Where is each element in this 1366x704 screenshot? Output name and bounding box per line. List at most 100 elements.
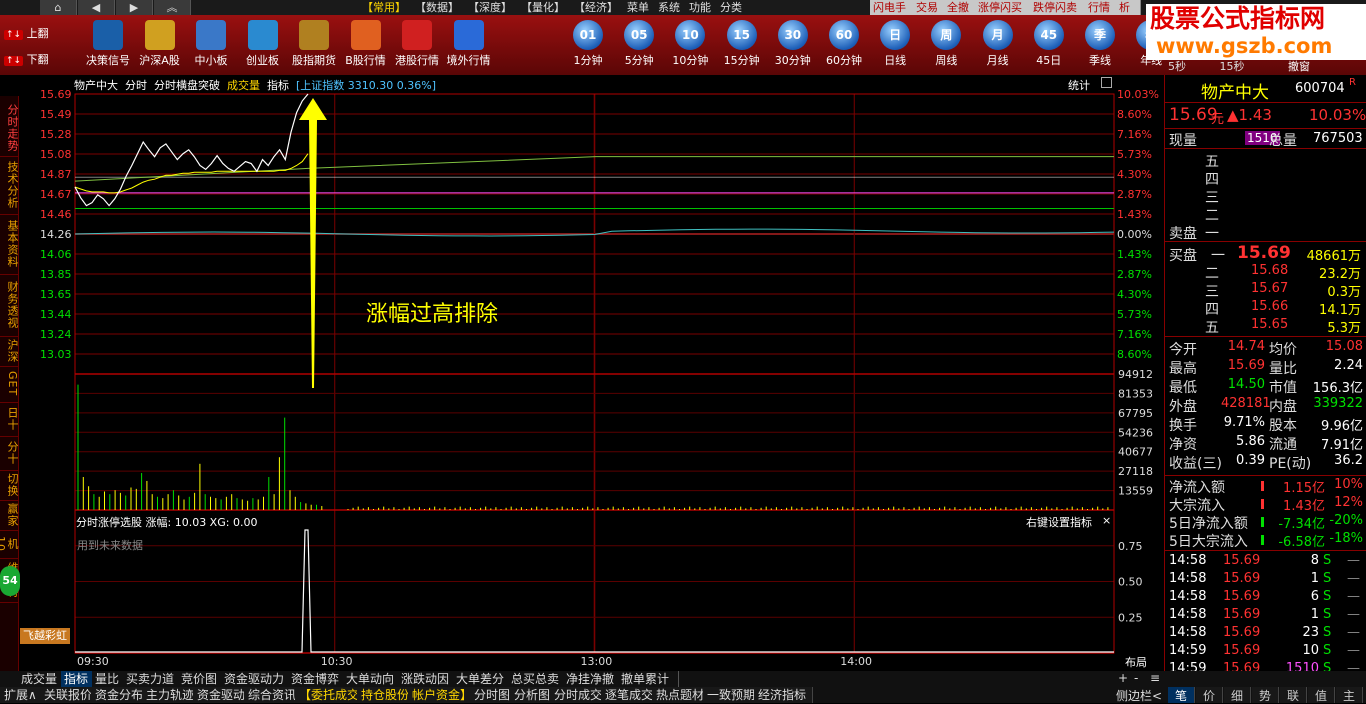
bottom-tab-0[interactable]: 成交量 <box>18 671 67 687</box>
bottom-subtab-8[interactable]: 帐户资金】 <box>408 687 478 703</box>
period-button-3[interactable]: 15 15分钟 <box>716 18 768 72</box>
period-button-10[interactable]: 季季线 <box>1074 18 1126 72</box>
menu-item-0[interactable]: 【常用】 <box>362 0 412 15</box>
left-tab-6[interactable]: 日十 <box>0 402 19 437</box>
left-tab-1[interactable]: 技术分析 <box>0 156 19 215</box>
panel-tab-1[interactable]: 价 <box>1196 687 1223 703</box>
buy-price[interactable]: 15.66 <box>1251 299 1288 314</box>
pct-tick: 5.73% <box>1117 308 1152 321</box>
toolbar-button-1[interactable]: 沪深A股 <box>134 18 186 72</box>
bottom-tab-10[interactable]: 总买总卖 <box>508 671 569 687</box>
buy-price[interactable]: 15.69 <box>1237 243 1291 263</box>
buy-price[interactable]: 15.65 <box>1251 317 1288 332</box>
left-tab-7[interactable]: 分十 <box>0 436 19 471</box>
bottom-tab-5[interactable]: 资金驱动力 <box>221 671 294 687</box>
left-tab-9[interactable]: 赢家 <box>0 500 19 531</box>
forward-icon[interactable]: ▶ <box>116 0 153 15</box>
panel-tab-3[interactable]: 势 <box>1252 687 1279 703</box>
bottom-tab-11[interactable]: 净挂净撤 <box>563 671 624 687</box>
toolbar-button-7[interactable]: 境外行情 <box>443 18 495 72</box>
sidebar-toggle[interactable]: 侧边栏< <box>1116 687 1162 704</box>
bottom-subtab-15[interactable]: 经济指标 <box>754 687 813 703</box>
left-tab-2[interactable]: 基本资料 <box>0 214 19 275</box>
flow-pct: -20% <box>1329 513 1363 528</box>
menu-item-8[interactable]: 分类 <box>720 0 748 15</box>
left-tab-8[interactable]: 切换 <box>0 470 19 501</box>
maximize-icon[interactable] <box>1101 77 1112 88</box>
top-tab-3[interactable]: 涨停闪买 <box>975 0 1036 15</box>
toolbar-button-0[interactable]: 决策信号 <box>82 18 134 72</box>
period-badge-icon: 01 <box>573 20 603 50</box>
page-up-button[interactable]: ↑↓ 上翻 <box>4 25 52 43</box>
menu-item-3[interactable]: 【量化】 <box>521 0 571 15</box>
menu-item-7[interactable]: 功能 <box>689 0 717 15</box>
left-tab-3[interactable]: 财务透视 <box>0 274 19 337</box>
period-button-5[interactable]: 60 60分钟 <box>818 18 870 72</box>
page-down-button[interactable]: ↑↓ 下翻 <box>4 51 52 69</box>
top-tab-4[interactable]: 跌停闪卖 <box>1030 0 1091 15</box>
tick-dash: — <box>1347 625 1360 640</box>
collapse-up-icon[interactable]: ︽ <box>154 0 191 15</box>
zoom-control-0[interactable]: + <box>1118 671 1128 685</box>
period-button-4[interactable]: 30 30分钟 <box>767 18 819 72</box>
period-button-7[interactable]: 周周线 <box>920 18 972 72</box>
period-button-0[interactable]: 01 1分钟 <box>562 18 614 72</box>
toolbar-button-4[interactable]: 股指期货 <box>288 18 340 72</box>
panel-tab-2[interactable]: 细 <box>1224 687 1251 703</box>
toolbar-button-3[interactable]: 创业板 <box>237 18 289 72</box>
back-icon[interactable]: ◀ <box>78 0 115 15</box>
home-icon[interactable]: ⌂ <box>40 0 77 15</box>
stat-value: 0.39 <box>1236 453 1265 468</box>
panel-tab-5[interactable]: 值 <box>1308 687 1335 703</box>
bottom-tab-12[interactable]: 撤单累计 <box>618 671 679 687</box>
period-button-2[interactable]: 10 10分钟 <box>664 18 716 72</box>
arrow-shape <box>299 98 327 388</box>
5sec-button[interactable]: 5秒 <box>1168 60 1186 73</box>
left-tab-10[interactable]: 机10 <box>0 530 19 559</box>
indicator-settings[interactable]: 右键设置指标 <box>1026 514 1092 530</box>
toolbar-button-5[interactable]: B股行情 <box>340 18 392 72</box>
menu-item-4[interactable]: 【经济】 <box>574 0 624 15</box>
panel-tab-0[interactable]: 笔 <box>1168 687 1195 703</box>
left-tab-4[interactable]: 沪深 <box>0 336 19 367</box>
bottom-tab-7[interactable]: 大单动向 <box>343 671 404 687</box>
period-button-1[interactable]: 05 5分钟 <box>613 18 665 72</box>
tick-volume: 1 <box>1310 571 1319 586</box>
period-button-6[interactable]: 日日线 <box>869 18 921 72</box>
period-button-9[interactable]: 45 45日 <box>1023 18 1075 72</box>
indicator-close-icon[interactable]: × <box>1102 514 1111 527</box>
bottom-tab-4[interactable]: 竞价图 <box>178 671 227 687</box>
menu-item-1[interactable]: 【数据】 <box>415 0 465 15</box>
buy-price[interactable]: 15.68 <box>1251 263 1288 278</box>
bottom-tab-8[interactable]: 涨跌动因 <box>398 671 459 687</box>
menu-item-2[interactable]: 【深度】 <box>468 0 518 15</box>
zoom-control-2[interactable]: ≡ <box>1150 671 1160 685</box>
bottom-subtab-6[interactable]: 【委托成交 <box>295 687 365 703</box>
left-badge[interactable]: 54 <box>0 566 20 596</box>
undock-button[interactable]: 撤窗 <box>1288 60 1310 73</box>
bottom-tab-3[interactable]: 买卖力道 <box>123 671 184 687</box>
menu-item-5[interactable]: 菜单 <box>627 0 655 15</box>
stat-label: 市值 <box>1269 380 1297 396</box>
future-data-note: 用到未来数据 <box>77 539 143 552</box>
left-tab-0[interactable]: 分时走势 <box>0 100 19 157</box>
layout-button[interactable]: 布局 <box>1125 654 1147 670</box>
sell-level-0: 五 <box>1205 154 1219 170</box>
toolbar-button-2[interactable]: 中小板 <box>185 18 237 72</box>
stat-value: 36.2 <box>1334 453 1363 468</box>
bottom-tab-6[interactable]: 资金博弈 <box>288 671 349 687</box>
buy-price[interactable]: 15.67 <box>1251 281 1288 296</box>
stat-label: 收益(三) <box>1169 456 1222 472</box>
panel-tab-4[interactable]: 联 <box>1280 687 1307 703</box>
toolbar-button-6[interactable]: 港股行情 <box>391 18 443 72</box>
period-button-8[interactable]: 月月线 <box>972 18 1024 72</box>
top-tab-6[interactable]: 析 <box>1116 0 1141 15</box>
top-tab-0[interactable]: 闪电手 <box>870 0 919 15</box>
15sec-button[interactable]: 15秒 <box>1220 60 1245 73</box>
panel-tab-6[interactable]: 主 <box>1336 687 1363 703</box>
menu-item-6[interactable]: 系统 <box>658 0 686 15</box>
bottom-tab-9[interactable]: 大单差分 <box>453 671 514 687</box>
buy-level: 一 <box>1211 248 1225 264</box>
zoom-control-1[interactable]: - <box>1134 671 1138 685</box>
left-tab-5[interactable]: GET <box>0 366 19 403</box>
